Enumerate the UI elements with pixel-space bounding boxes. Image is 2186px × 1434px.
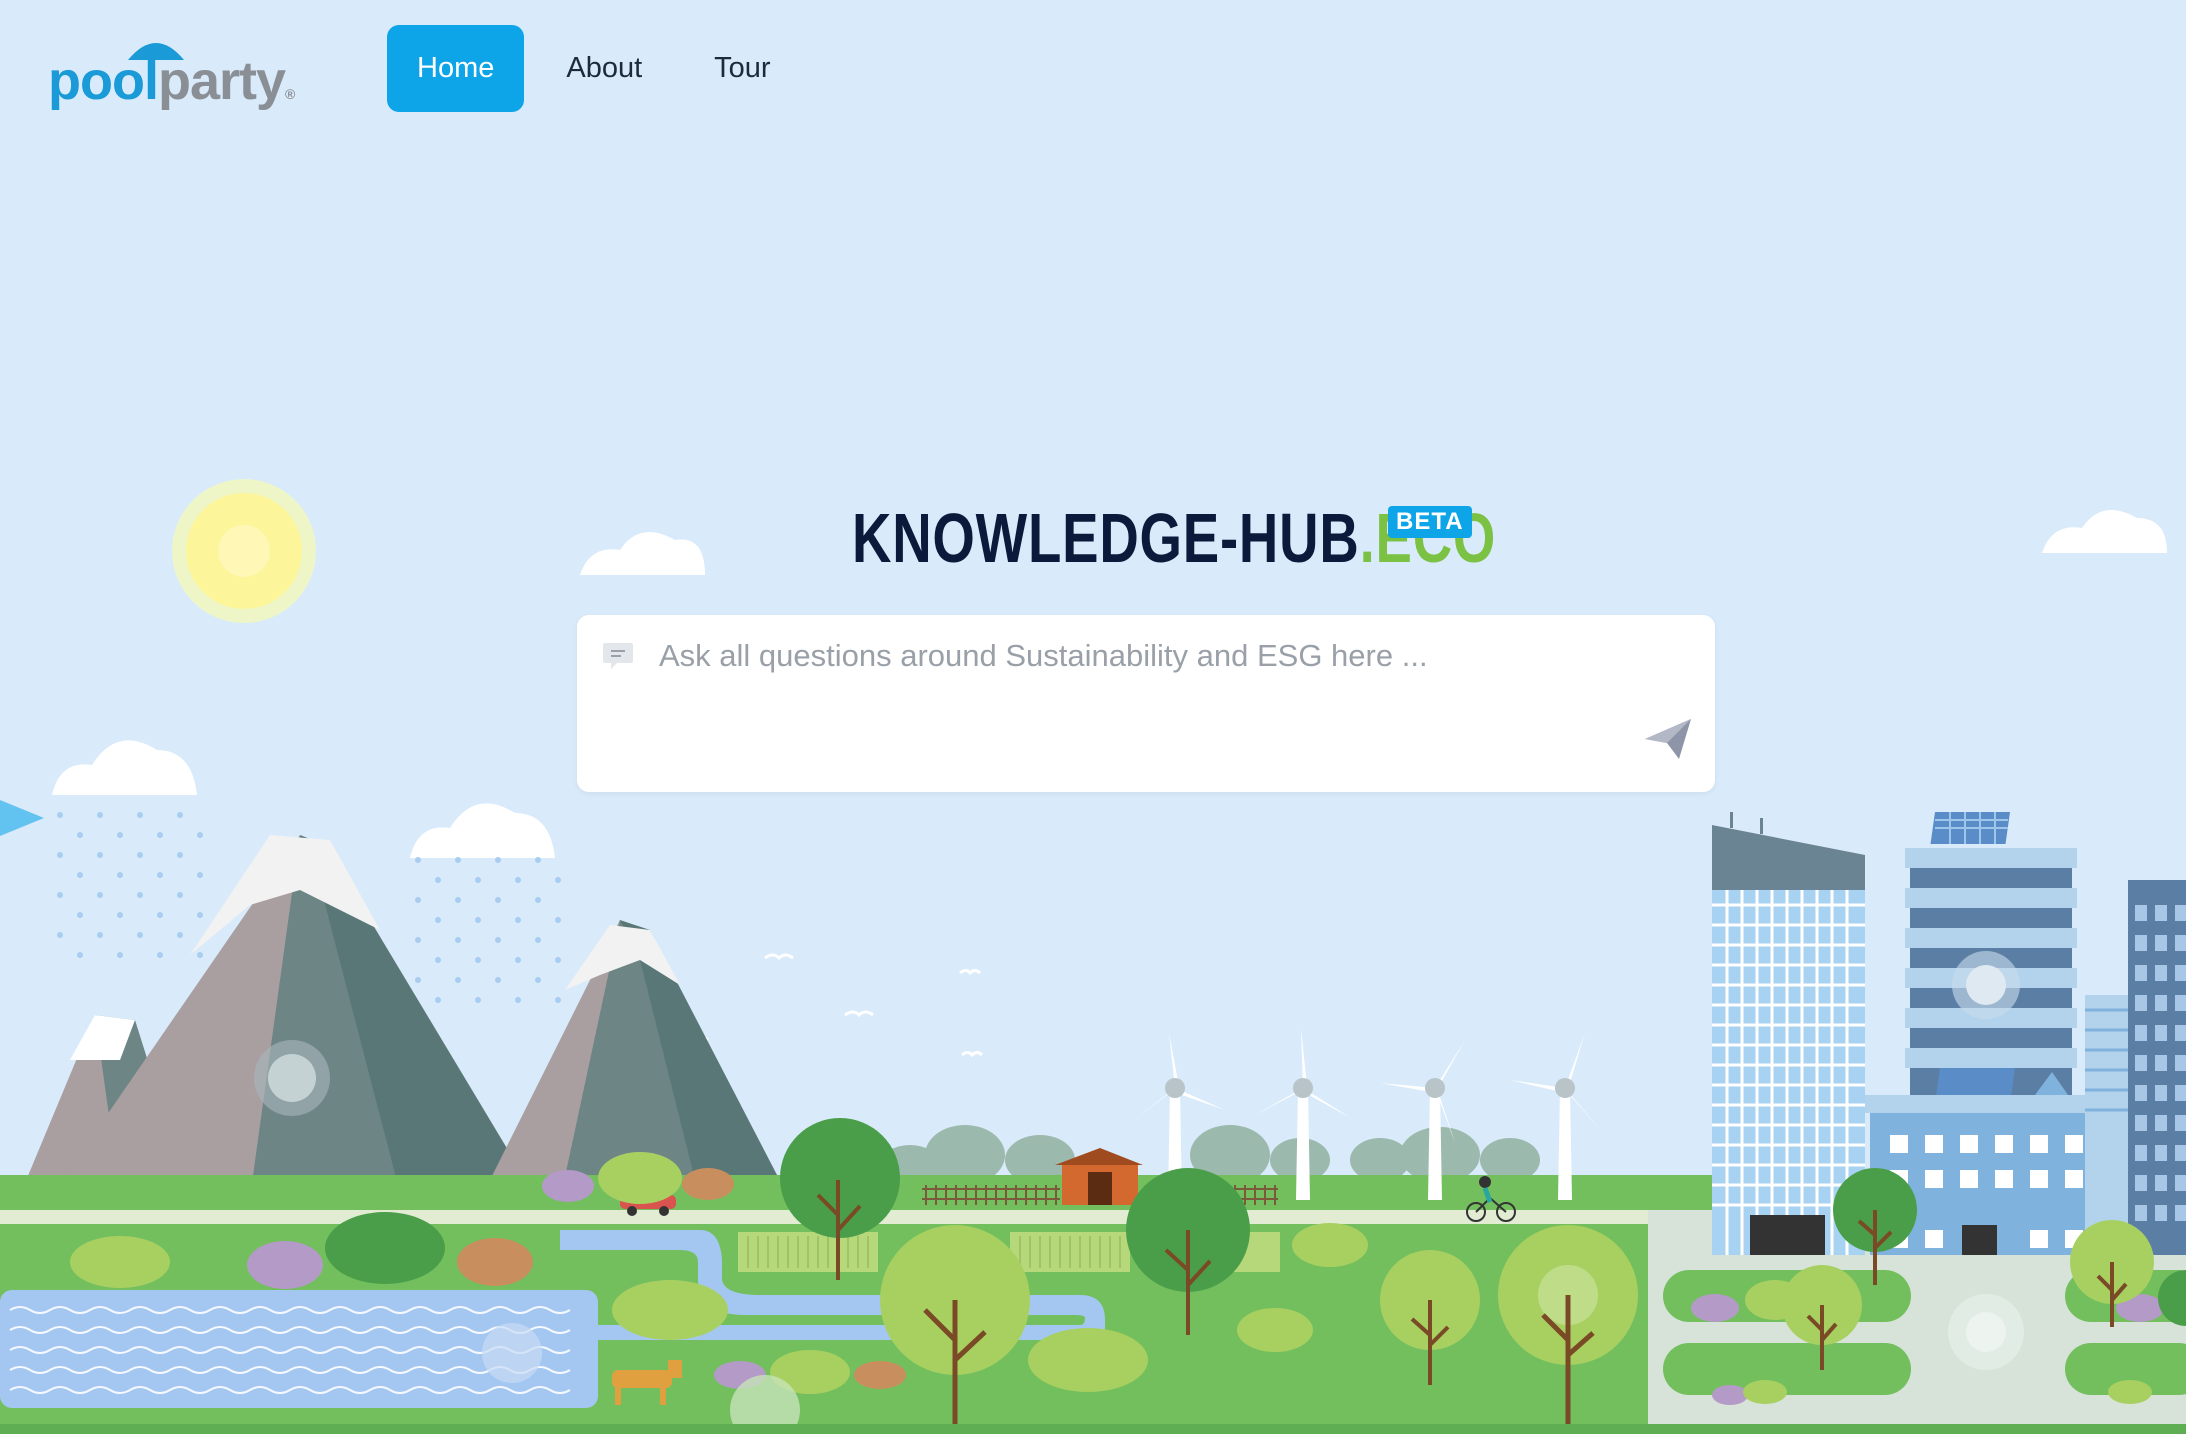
logo-party-text: party xyxy=(157,51,286,111)
sun-icon xyxy=(172,479,316,623)
main-nav: Home About Tour xyxy=(387,25,801,112)
nav-home[interactable]: Home xyxy=(387,25,525,112)
question-box[interactable] xyxy=(577,615,1715,792)
nav-tour[interactable]: Tour xyxy=(684,25,800,112)
top-navigation: poolparty® Home About Tour xyxy=(0,0,2186,140)
title-knowledge-hub: KNOWLEDGE-HUB xyxy=(852,499,1360,577)
nav-about[interactable]: About xyxy=(536,25,672,112)
message-icon xyxy=(603,643,633,669)
poolparty-logo[interactable]: poolparty® xyxy=(48,30,295,111)
beta-badge: BETA xyxy=(1388,506,1472,538)
question-input[interactable] xyxy=(657,635,1641,677)
logo-wordmark: poolparty® xyxy=(48,50,295,112)
send-icon[interactable] xyxy=(1643,717,1693,761)
logo-pool-text: pool xyxy=(48,51,159,111)
hero-title: KNOWLEDGE-HUB.ECO BETA xyxy=(852,498,1678,578)
logo-registered-mark: ® xyxy=(285,86,295,102)
